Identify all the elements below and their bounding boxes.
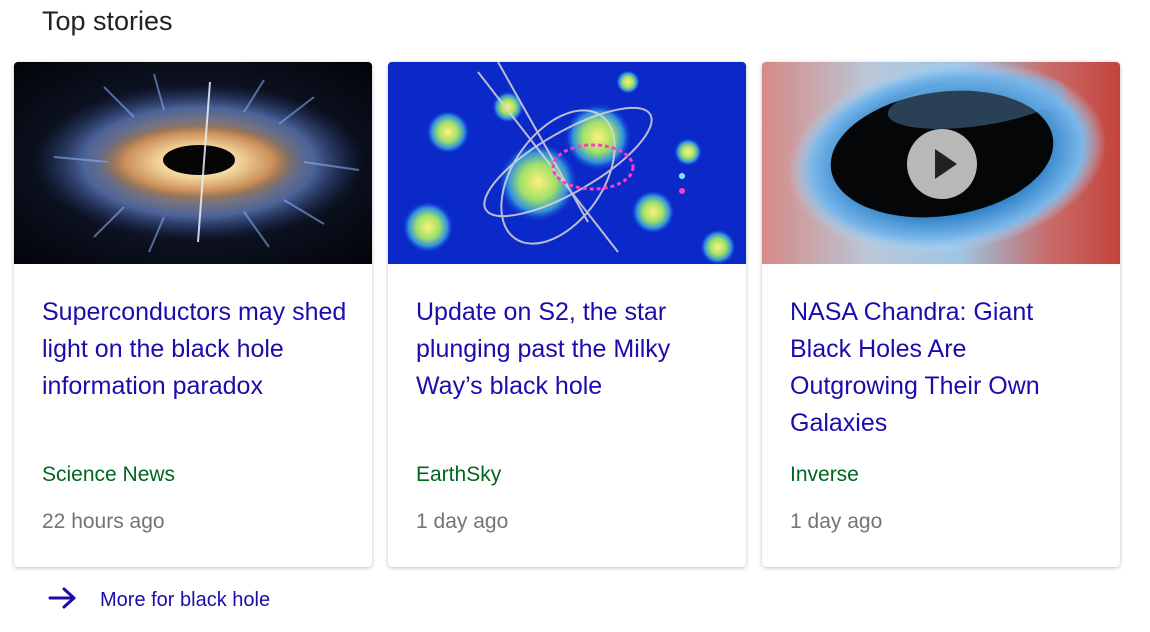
story-headline[interactable]: NASA Chandra: Giant Black Holes Are Outg… <box>790 294 1095 442</box>
story-headline[interactable]: Superconductors may shed light on the bl… <box>42 294 347 405</box>
story-source: Inverse <box>790 463 859 486</box>
story-timestamp: 1 day ago <box>416 510 509 533</box>
story-source: EarthSky <box>416 463 502 486</box>
story-timestamp: 22 hours ago <box>42 510 165 533</box>
story-card-1[interactable]: Superconductors may shed light on the bl… <box>14 62 372 567</box>
story-card-2[interactable]: Update on S2, the star plunging past the… <box>388 62 746 567</box>
story-thumbnail-3[interactable] <box>762 62 1120 264</box>
story-timestamp: 1 day ago <box>790 510 883 533</box>
more-link[interactable]: More for black hole <box>48 582 270 618</box>
more-link-label[interactable]: More for black hole <box>100 589 270 612</box>
story-card-3[interactable]: NASA Chandra: Giant Black Holes Are Outg… <box>762 62 1120 567</box>
story-thumbnail-1[interactable] <box>14 62 372 264</box>
section-title: Top stories <box>42 6 173 36</box>
story-thumbnail-2[interactable] <box>388 62 746 264</box>
play-icon[interactable] <box>907 129 977 199</box>
arrow-right-icon <box>48 586 78 615</box>
story-headline[interactable]: Update on S2, the star plunging past the… <box>416 294 721 405</box>
story-source: Science News <box>42 463 176 486</box>
